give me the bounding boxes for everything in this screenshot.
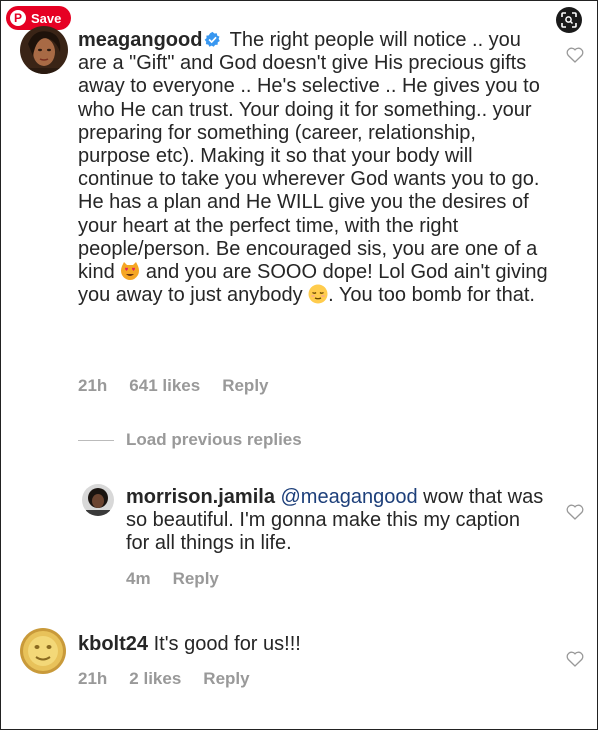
comment-username[interactable]: kbolt24 (78, 633, 148, 655)
likes-count[interactable]: 2 likes (129, 669, 181, 689)
comment-meta: 21h 2 likes Reply (78, 669, 272, 689)
like-heart-icon[interactable] (566, 504, 584, 520)
reply-button[interactable]: Reply (173, 569, 219, 589)
comment-text-part: The right people will notice .. you are … (78, 29, 540, 284)
comment-meta: 4m Reply (126, 569, 241, 589)
comment-timestamp: 21h (78, 669, 108, 688)
comment-body: meagangood The right people will notice … (78, 29, 548, 307)
comment-meta: 21h 641 likes Reply (78, 376, 291, 396)
avatar[interactable] (20, 26, 68, 74)
comment-timestamp: 21h (78, 376, 108, 395)
verified-badge-icon (205, 31, 221, 47)
reply-button[interactable]: Reply (203, 669, 249, 689)
comment-body: kbolt24 It's good for us!!! (78, 633, 548, 656)
save-button-label: Save (31, 10, 62, 26)
like-heart-icon[interactable] (566, 651, 584, 667)
visual-search-icon (561, 12, 577, 28)
comment-username[interactable]: morrison.jamila (126, 486, 275, 508)
relieved-face-emoji-icon (308, 284, 328, 304)
like-heart-icon[interactable] (566, 47, 584, 63)
heart-eyes-cat-emoji-icon (121, 262, 140, 281)
avatar[interactable] (20, 628, 66, 674)
mention-link[interactable]: @meagangood (281, 486, 418, 508)
pinterest-logo-icon: P (10, 10, 26, 26)
visual-search-button[interactable] (556, 7, 582, 33)
avatar[interactable] (82, 484, 114, 516)
comment-text-part: It's good for us!!! (153, 633, 301, 655)
load-previous-replies-label: Load previous replies (126, 430, 302, 449)
likes-count[interactable]: 641 likes (129, 376, 200, 396)
reply-body: morrison.jamila @meagangood wow that was… (126, 486, 546, 556)
reply-button[interactable]: Reply (222, 376, 268, 396)
divider-line (78, 439, 114, 441)
comment-username[interactable]: meagangood (78, 29, 202, 51)
comment-timestamp: 4m (126, 569, 151, 588)
comment-text-part: . You too bomb for that. (328, 284, 535, 307)
load-previous-replies-button[interactable]: Load previous replies (78, 430, 302, 450)
